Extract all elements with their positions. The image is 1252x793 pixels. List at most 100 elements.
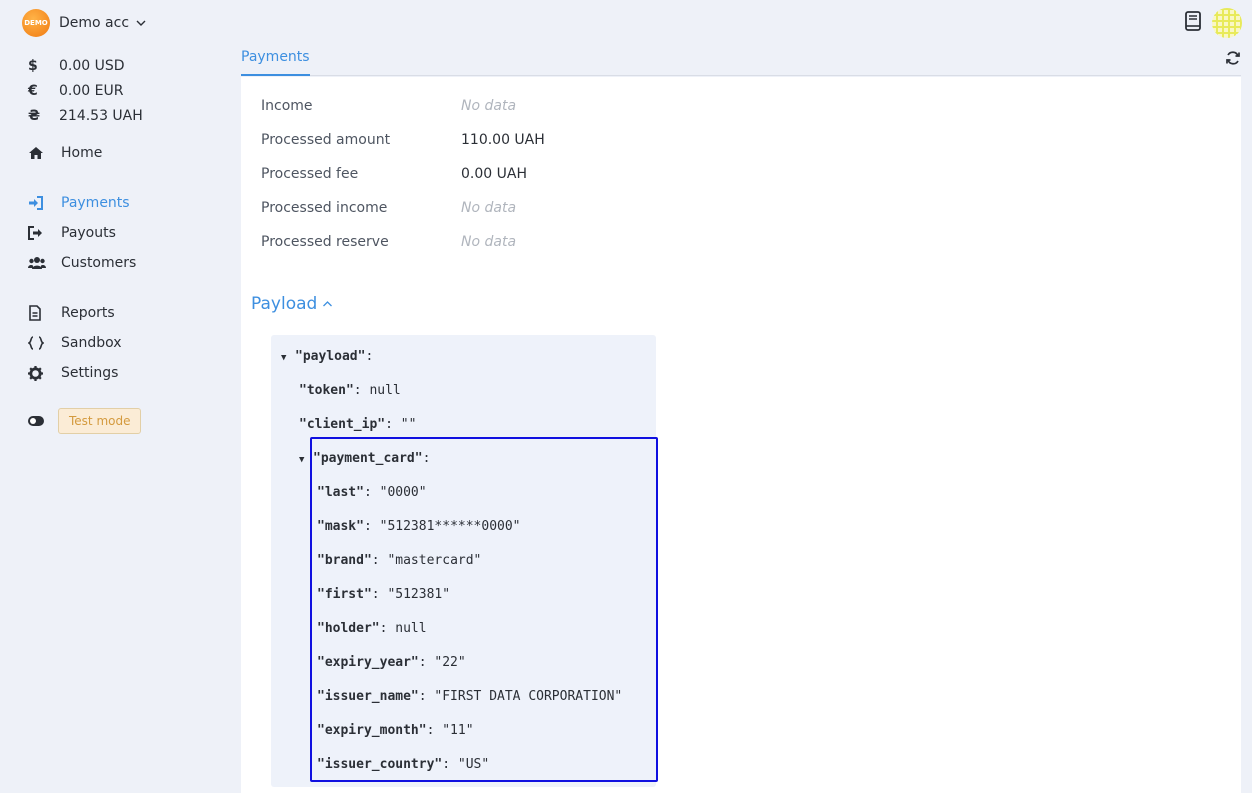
sign-in-icon — [28, 196, 61, 210]
chevron-down-icon — [136, 20, 146, 26]
gear-icon — [28, 365, 61, 381]
json-line: "expiry_year": "22" — [317, 655, 466, 670]
sidebar-item-payments[interactable]: Payments — [28, 188, 136, 218]
users-icon — [28, 256, 61, 270]
test-mode-badge: Test mode — [58, 408, 142, 434]
json-value: "0000" — [379, 485, 427, 500]
json-key: "issuer_country" — [317, 757, 443, 772]
payload-toggle[interactable]: Payload — [251, 294, 333, 314]
json-key: "brand" — [317, 553, 372, 568]
file-icon — [28, 305, 61, 321]
balances: $ 0.00 USD € 0.00 EUR ₴ 214.53 UAH — [28, 53, 143, 128]
json-line: "last": "0000" — [317, 485, 427, 500]
stat-processed-reserve: Processed reserve No data — [261, 234, 516, 250]
json-line: "client_ip": "" — [299, 417, 417, 432]
book-icon[interactable] — [1184, 11, 1202, 35]
json-node-payment-card[interactable]: ▼ "payment_card": — [299, 451, 430, 466]
collapse-triangle-icon[interactable]: ▼ — [299, 455, 313, 465]
stat-label: Processed fee — [261, 166, 359, 182]
avatar[interactable] — [1212, 8, 1242, 38]
json-key: "payload" — [295, 349, 366, 364]
nav-group-tools: Reports Sandbox Settings — [28, 298, 122, 388]
tab-bar: Payments — [241, 40, 1241, 76]
test-mode-toggle[interactable] — [28, 416, 44, 426]
nav-group-main: Home — [28, 138, 102, 168]
json-node-payload[interactable]: ▼ "payload": — [281, 349, 373, 364]
balance-uah: ₴ 214.53 UAH — [28, 103, 143, 128]
top-bar-actions — [1184, 8, 1242, 38]
stat-value: 110.00 UAH — [461, 132, 545, 148]
euro-icon: € — [28, 82, 38, 99]
payload-title: Payload — [251, 294, 318, 314]
json-value: "US" — [457, 757, 490, 772]
json-key: "client_ip" — [299, 417, 386, 432]
json-key: "mask" — [317, 519, 364, 534]
stat-processed-fee: Processed fee 0.00 UAH — [261, 166, 527, 182]
json-line: "issuer_name": "FIRST DATA CORPORATION" — [317, 689, 623, 704]
json-value: "11" — [442, 723, 474, 738]
account-name: Demo acc — [59, 15, 130, 31]
json-line: "mask": "512381******0000" — [317, 519, 521, 534]
json-line: "brand": "mastercard" — [317, 553, 482, 568]
json-line: "first": "512381" — [317, 587, 451, 602]
json-line: "holder": null — [317, 621, 427, 636]
braces-icon — [28, 336, 61, 350]
stat-value: No data — [461, 98, 517, 114]
balance-usd: $ 0.00 USD — [28, 53, 143, 78]
json-key: "payment_card" — [313, 451, 423, 466]
balance-value: 214.53 UAH — [59, 107, 143, 124]
stat-label: Income — [261, 98, 313, 114]
dollar-icon: $ — [28, 57, 38, 74]
refresh-icon[interactable] — [1225, 50, 1241, 70]
json-key: "holder" — [317, 621, 380, 636]
stat-value: No data — [461, 200, 517, 216]
json-key: "token" — [299, 383, 354, 398]
json-value: null — [395, 621, 427, 636]
stat-label: Processed reserve — [261, 234, 389, 250]
sidebar-item-home[interactable]: Home — [28, 138, 102, 168]
tab-payments[interactable]: Payments — [241, 49, 310, 76]
sidebar: DEMO Demo acc $ 0.00 USD € 0.00 EUR ₴ 21… — [0, 0, 230, 793]
balance-value: 0.00 EUR — [59, 82, 124, 99]
sidebar-item-settings[interactable]: Settings — [28, 358, 122, 388]
sidebar-item-label: Payments — [61, 195, 130, 211]
json-viewer: ▼ "payload": "token": null "client_ip": "… — [271, 335, 656, 787]
stat-income: Income No data — [261, 98, 516, 114]
account-logo: DEMO — [22, 9, 50, 37]
payment-details-panel: Income No data Processed amount 110.00 U… — [241, 77, 1241, 793]
json-line: "token": null — [299, 383, 401, 398]
hryvnia-icon: ₴ — [28, 107, 41, 124]
sidebar-item-label: Sandbox — [61, 335, 122, 351]
json-key: "expiry_year" — [317, 655, 419, 670]
stat-processed-income: Processed income No data — [261, 200, 516, 216]
stat-label: Processed income — [261, 200, 388, 216]
json-value: "" — [400, 417, 417, 432]
collapse-triangle-icon[interactable]: ▼ — [281, 353, 295, 363]
sidebar-item-label: Settings — [61, 365, 119, 381]
sidebar-item-reports[interactable]: Reports — [28, 298, 122, 328]
account-switcher[interactable]: DEMO Demo acc — [22, 9, 147, 37]
json-value: "512381******0000" — [379, 519, 521, 534]
json-value: "512381" — [387, 587, 451, 602]
nav-group-transactions: Payments Payouts Customers — [28, 188, 136, 278]
sidebar-item-customers[interactable]: Customers — [28, 248, 136, 278]
sidebar-item-sandbox[interactable]: Sandbox — [28, 328, 122, 358]
json-value: "22" — [434, 655, 466, 670]
sidebar-item-label: Customers — [61, 255, 137, 271]
stat-label: Processed amount — [261, 132, 391, 148]
json-line: "issuer_country": "US" — [317, 757, 490, 772]
test-mode-control: Test mode — [28, 408, 142, 434]
sidebar-item-label: Payouts — [61, 225, 116, 241]
stat-processed-amount: Processed amount 110.00 UAH — [261, 132, 545, 148]
json-key: "expiry_month" — [317, 723, 427, 738]
json-value: null — [369, 383, 401, 398]
balance-eur: € 0.00 EUR — [28, 78, 143, 103]
sidebar-item-label: Home — [61, 145, 103, 161]
sidebar-item-payouts[interactable]: Payouts — [28, 218, 136, 248]
json-value: "mastercard" — [387, 553, 482, 568]
sign-out-icon — [28, 226, 61, 240]
json-key: "last" — [317, 485, 364, 500]
sidebar-item-label: Reports — [61, 305, 115, 321]
json-line: "expiry_month": "11" — [317, 723, 474, 738]
stat-value: 0.00 UAH — [461, 166, 527, 182]
